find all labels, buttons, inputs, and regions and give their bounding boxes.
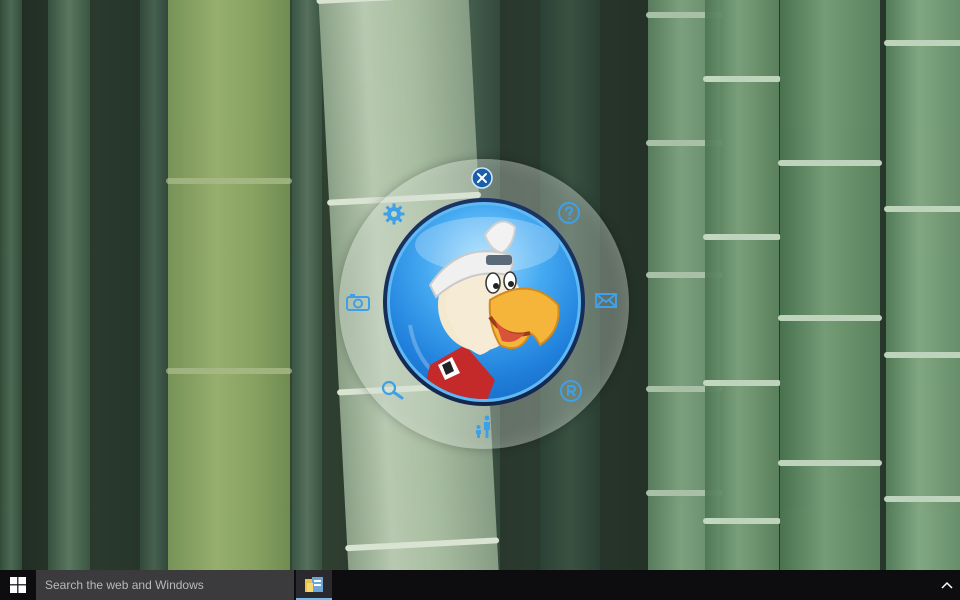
bamboo-stalk [703,0,781,570]
bamboo-stalk [884,0,960,570]
desktop-wallpaper [0,0,960,570]
mascot-orb[interactable] [383,198,585,406]
mascot-launcher-widget[interactable] [339,159,629,449]
taskbar-pinned-app[interactable] [296,570,332,600]
file-explorer-icon [305,577,323,592]
taskbar: Search the web and Windows [0,570,960,600]
bamboo-stalk [48,0,90,570]
chevron-up-icon [941,581,953,589]
bamboo-stalk [0,0,22,570]
mail-icon[interactable] [592,286,620,314]
close-icon[interactable] [468,164,496,192]
gear-icon[interactable] [380,200,408,228]
bamboo-stalk [140,0,168,570]
taskbar-search-box[interactable]: Search the web and Windows [36,570,294,600]
help-icon[interactable] [555,199,583,227]
search-icon[interactable] [379,376,407,404]
registered-icon[interactable] [557,377,585,405]
camera-icon[interactable] [344,288,372,316]
bamboo-stalk [166,0,292,570]
bamboo-stalk [778,0,882,570]
family-icon[interactable] [470,413,498,441]
mascot-avatar[interactable] [387,202,581,402]
show-hidden-icons-button[interactable] [934,570,960,600]
start-button[interactable] [0,570,36,600]
windows-logo-icon [10,577,26,593]
bamboo-stalk [292,0,322,570]
search-placeholder: Search the web and Windows [45,578,204,592]
